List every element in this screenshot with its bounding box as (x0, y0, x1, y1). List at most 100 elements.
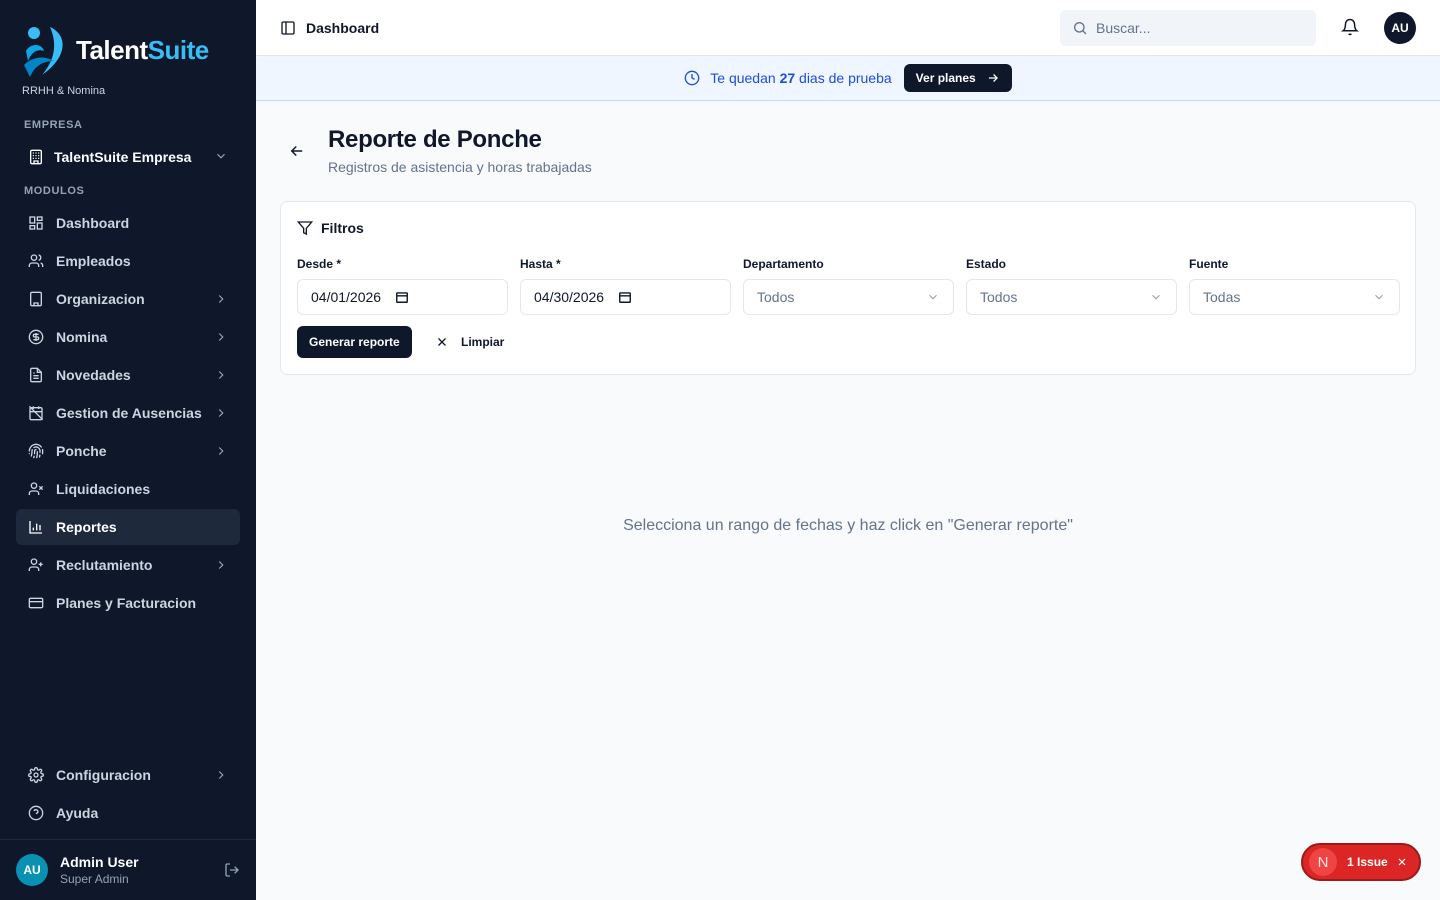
trial-text: Te quedan 27 dias de prueba (710, 70, 892, 86)
sidebar-item-configuracion[interactable]: Configuracion (16, 757, 240, 793)
user-role: Super Admin (60, 872, 129, 886)
sidebar-item-reclutamiento[interactable]: Reclutamiento (16, 547, 240, 583)
sidebar-bottom-nav: Configuracion Ayuda (16, 757, 240, 833)
sidebar-item-ausencias[interactable]: Gestion de Ausencias (16, 395, 240, 431)
clear-label: Limpiar (461, 335, 505, 349)
file-text-icon (28, 367, 44, 383)
bell-icon[interactable] (1341, 18, 1359, 36)
empty-state-message: Selecciona un rango de fechas y haz clic… (623, 517, 1073, 534)
sidebar-item-dashboard[interactable]: Dashboard (16, 205, 240, 241)
desde-field: Desde * 04/01/2026 (297, 257, 508, 315)
page-subtitle: Registros de asistencia y horas trabajad… (328, 159, 592, 175)
sidebar-item-ayuda[interactable]: Ayuda (16, 795, 240, 831)
sidebar-item-label: Planes y Facturacion (56, 595, 197, 611)
calendar-icon[interactable] (618, 290, 632, 304)
breadcrumb: Dashboard (306, 19, 380, 36)
close-icon[interactable] (1396, 856, 1408, 868)
filters-title-text: Filtros (321, 220, 364, 236)
sidebar-item-label: Ponche (56, 443, 107, 459)
company-selector[interactable]: TalentSuite Empresa (16, 140, 240, 174)
credit-card-icon (28, 595, 44, 611)
sidebar-user: AU Admin User Super Admin (0, 839, 256, 900)
sidebar-item-empleados[interactable]: Empleados (16, 243, 240, 279)
trial-banner: Te quedan 27 dias de prueba Ver planes (256, 56, 1440, 101)
chevron-right-icon (214, 444, 228, 458)
sidebar-item-label: Nomina (56, 329, 108, 345)
fuente-select[interactable]: Todas (1189, 279, 1400, 315)
sidebar-item-nomina[interactable]: Nomina (16, 319, 240, 355)
chevron-right-icon (214, 406, 228, 420)
sidebar-item-label: Reportes (56, 519, 117, 535)
hasta-date-input[interactable]: 04/30/2026 (520, 279, 731, 315)
topbar: Dashboard AU (256, 0, 1440, 56)
search-input[interactable] (1096, 20, 1296, 36)
building-icon (28, 149, 44, 165)
chevron-down-icon (1149, 290, 1163, 304)
brand-logo[interactable]: TalentSuite (20, 20, 209, 80)
company-name: TalentSuite Empresa (54, 149, 192, 165)
user-x-icon (28, 481, 44, 497)
company-section-label: EMPRESA (24, 119, 83, 131)
clock-icon (684, 70, 700, 86)
user-plus-icon (28, 557, 44, 573)
chevron-right-icon (214, 368, 228, 382)
search-box (1060, 10, 1316, 46)
sidebar-item-label: Organizacion (56, 291, 145, 307)
estado-value: Todos (980, 289, 1018, 305)
next-logo-icon: N (1309, 848, 1337, 876)
search-icon (1072, 20, 1088, 36)
estado-select[interactable]: Todos (966, 279, 1177, 315)
logout-icon[interactable] (224, 862, 240, 878)
sidebar-item-reportes[interactable]: Reportes (16, 509, 240, 545)
chevron-down-icon (926, 290, 940, 304)
chevron-right-icon (214, 330, 228, 344)
sidebar-item-planes[interactable]: Planes y Facturacion (16, 585, 240, 621)
close-icon (435, 335, 449, 349)
fuente-label: Fuente (1189, 257, 1229, 271)
dollar-circle-icon (28, 329, 44, 345)
gear-icon (28, 767, 44, 783)
view-plans-button[interactable]: Ver planes (903, 64, 1012, 92)
filters-card: Filtros Desde * 04/01/2026 Hasta * 04/30… (280, 201, 1416, 375)
desde-value: 04/01/2026 (311, 289, 382, 305)
modules-section-label: MODULOS (24, 185, 85, 197)
desde-date-input[interactable]: 04/01/2026 (297, 279, 508, 315)
back-arrow-icon[interactable] (288, 142, 306, 160)
fuente-value: Todas (1203, 289, 1241, 305)
avatar[interactable]: AU (1384, 12, 1416, 44)
departamento-value: Todos (757, 289, 795, 305)
sidebar-item-label: Reclutamiento (56, 557, 153, 573)
view-plans-label: Ver planes (915, 71, 976, 85)
clear-button[interactable]: Limpiar (427, 326, 512, 358)
sidebar-nav: Dashboard Empleados Organizacion Nomina … (16, 205, 240, 623)
fuente-field: Fuente Todas (1189, 257, 1400, 315)
arrow-right-icon (986, 71, 1000, 85)
issues-badge[interactable]: N 1 Issue (1301, 843, 1421, 881)
avatar[interactable]: AU (16, 854, 48, 886)
sidebar-item-label: Liquidaciones (56, 481, 151, 497)
sidebar-item-label: Configuracion (56, 767, 151, 783)
sidebar-item-label: Empleados (56, 253, 131, 269)
departamento-field: Departamento Todos (743, 257, 954, 315)
sidebar-item-label: Gestion de Ausencias (56, 405, 202, 421)
sidebar-item-organizacion[interactable]: Organizacion (16, 281, 240, 317)
estado-label: Estado (966, 257, 1007, 271)
desde-label: Desde * (297, 257, 342, 271)
calendar-icon[interactable] (395, 290, 409, 304)
sidebar-item-label: Novedades (56, 367, 131, 383)
filters-title: Filtros (297, 220, 364, 236)
chevron-right-icon (214, 768, 228, 782)
generate-report-button[interactable]: Generar reporte (297, 326, 412, 358)
user-name: Admin User (60, 854, 139, 870)
sidebar-item-novedades[interactable]: Novedades (16, 357, 240, 393)
sidebar-item-ponche[interactable]: Ponche (16, 433, 240, 469)
users-icon (28, 253, 44, 269)
filter-icon (297, 220, 313, 236)
sidebar-item-liquidaciones[interactable]: Liquidaciones (16, 471, 240, 507)
bar-chart-icon (28, 519, 44, 535)
calendar-off-icon (28, 405, 44, 421)
fingerprint-icon (28, 443, 44, 459)
sidebar-item-label: Ayuda (56, 805, 99, 821)
sidebar-toggle-icon[interactable] (280, 20, 296, 36)
departamento-select[interactable]: Todos (743, 279, 954, 315)
